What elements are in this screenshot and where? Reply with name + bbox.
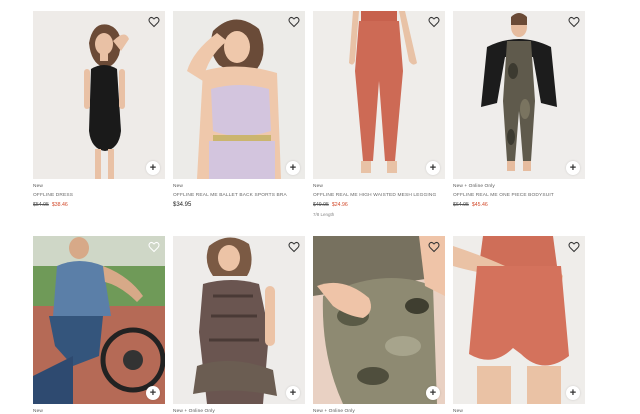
product-image[interactable]: + — [313, 236, 445, 404]
product-card[interactable]: + New + Online Only — [173, 236, 305, 414]
product-badge: New — [173, 184, 183, 189]
product-card[interactable]: + New — [453, 236, 585, 414]
product-length: 7/8 Length — [313, 212, 335, 217]
heart-icon[interactable] — [288, 241, 300, 253]
product-prices: $54.95 $38.46 — [33, 202, 165, 208]
product-prices: $34.95 — [173, 202, 305, 208]
product-card[interactable]: + New + Online Only OFFLINE REAL ME ONE … — [453, 11, 585, 208]
product-badge: New — [33, 184, 43, 189]
product-image[interactable]: + — [33, 236, 165, 404]
heart-icon[interactable] — [148, 241, 160, 253]
product-image[interactable]: + — [313, 11, 445, 179]
product-card[interactable]: + New — [33, 236, 165, 414]
product-badge: New — [453, 409, 463, 414]
heart-icon[interactable] — [148, 16, 160, 28]
price: $34.95 — [173, 202, 192, 208]
product-name[interactable]: OFFLINE REAL ME HIGH WAISTED MESH LEGGIN… — [313, 193, 445, 198]
product-badge: New + Online Only — [453, 184, 495, 189]
plus-icon[interactable]: + — [566, 386, 580, 400]
product-badge: New — [33, 409, 43, 414]
sale-price: $45.46 — [471, 202, 488, 208]
plus-icon[interactable]: + — [426, 386, 440, 400]
product-badge: New + Online Only — [313, 409, 355, 414]
sale-price: $38.46 — [51, 202, 68, 208]
plus-icon[interactable]: + — [286, 386, 300, 400]
product-card[interactable]: + New OFFLINE REAL ME HIGH WAISTED MESH … — [313, 11, 445, 217]
plus-icon[interactable]: + — [146, 386, 160, 400]
heart-icon[interactable] — [288, 16, 300, 28]
heart-icon[interactable] — [568, 241, 580, 253]
sale-price: $24.96 — [331, 202, 348, 208]
product-name[interactable]: OFFLINE REAL ME BALLET BACK SPORTS BRA — [173, 193, 305, 198]
heart-icon[interactable] — [568, 16, 580, 28]
product-image[interactable]: + — [453, 11, 585, 179]
original-price: $64.95 — [453, 202, 469, 208]
plus-icon[interactable]: + — [426, 161, 440, 175]
product-card[interactable]: + New + Online Only — [313, 236, 445, 414]
heart-icon[interactable] — [428, 241, 440, 253]
product-prices: $64.95 $45.46 — [453, 202, 585, 208]
product-badge: New — [313, 184, 323, 189]
product-image[interactable]: + — [453, 236, 585, 404]
product-badge: New + Online Only — [173, 409, 215, 414]
product-name[interactable]: OFFLINE DRESS — [33, 193, 165, 198]
product-image[interactable]: + — [33, 11, 165, 179]
product-image[interactable]: + — [173, 236, 305, 404]
product-card[interactable]: + New OFFLINE DRESS $54.95 $38.46 — [33, 11, 165, 208]
product-name[interactable]: OFFLINE REAL ME ONE PIECE BODYSUIT — [453, 193, 585, 198]
plus-icon[interactable]: + — [286, 161, 300, 175]
plus-icon[interactable]: + — [566, 161, 580, 175]
original-price: $54.95 — [33, 202, 49, 208]
heart-icon[interactable] — [428, 16, 440, 28]
original-price: $49.95 — [313, 202, 329, 208]
product-image[interactable]: + — [173, 11, 305, 179]
product-card[interactable]: + New OFFLINE REAL ME BALLET BACK SPORTS… — [173, 11, 305, 208]
product-prices: $49.95 $24.96 — [313, 202, 445, 208]
plus-icon[interactable]: + — [146, 161, 160, 175]
